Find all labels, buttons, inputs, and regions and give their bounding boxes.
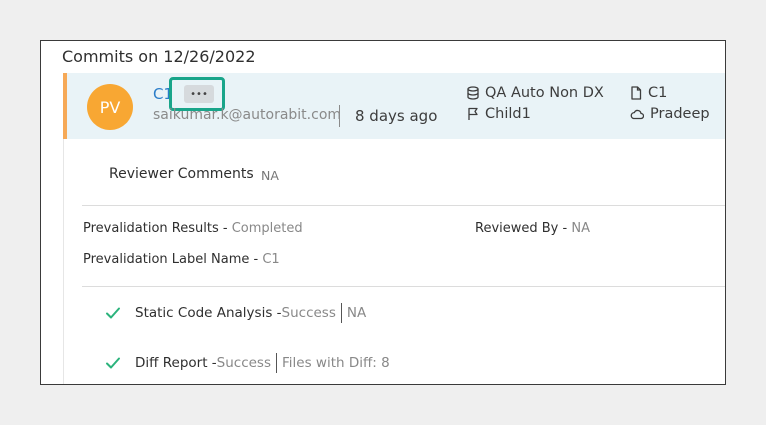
reviewed-by-value: NA <box>571 221 590 236</box>
reviewed-by: Reviewed By - NA <box>475 221 590 236</box>
prevalidation-results-value: Completed <box>231 221 303 236</box>
timeline-line <box>63 139 64 384</box>
check-extra: Files with Diff: 8 <box>282 355 390 371</box>
divider <box>82 286 725 287</box>
commits-date-heading: Commits on 12/26/2022 <box>62 47 256 66</box>
author-email: saikumar.k@autorabit.com <box>153 107 342 123</box>
check-name: Diff Report - <box>135 355 217 371</box>
check-icon <box>106 307 120 319</box>
check-status: Success <box>216 355 271 371</box>
reviewed-by-label: Reviewed By - <box>475 221 572 236</box>
prevalidation-label-name: Prevalidation Label Name - C1 <box>83 252 280 267</box>
commits-panel: Commits on 12/26/2022 PV C1 ••• saikumar… <box>40 40 726 385</box>
file-meta: C1 <box>630 85 667 101</box>
avatar: PV <box>87 84 133 130</box>
flag-icon <box>468 107 478 120</box>
database-icon <box>467 86 479 100</box>
reviewer-comments-label: Reviewer Comments <box>109 166 254 182</box>
divider <box>339 105 340 127</box>
cloud-meta: Pradeep <box>630 106 710 122</box>
prevalidation-results: Prevalidation Results - Completed <box>83 221 303 236</box>
file-name: C1 <box>648 85 668 101</box>
branch-meta: Child1 <box>467 106 531 122</box>
prevalidation-results-label: Prevalidation Results - <box>83 221 232 236</box>
check-row-diff-report[interactable]: Diff Report - Success Files with Diff: 8 <box>105 353 390 373</box>
check-row-static-code-analysis[interactable]: Static Code Analysis - Success NA <box>105 303 366 323</box>
check-name: Static Code Analysis - <box>135 305 282 321</box>
prevalidation-label-name-value: C1 <box>262 252 280 267</box>
environment-meta: QA Auto Non DX <box>467 85 604 101</box>
cloud-user: Pradeep <box>650 106 710 122</box>
prevalidation-label-name-label: Prevalidation Label Name - <box>83 252 263 267</box>
check-icon <box>106 357 120 369</box>
environment-name: QA Auto Non DX <box>485 85 604 101</box>
check-status: Success <box>281 305 336 321</box>
commit-time: 8 days ago <box>355 107 438 125</box>
divider <box>340 303 342 323</box>
divider <box>82 205 725 206</box>
more-options-button[interactable]: ••• <box>184 85 214 103</box>
file-icon <box>631 86 642 100</box>
commit-row[interactable]: PV C1 ••• saikumar.k@autorabit.com 8 day… <box>63 73 725 139</box>
divider <box>276 353 277 373</box>
cloud-icon <box>630 109 644 120</box>
check-extra: NA <box>346 305 367 321</box>
reviewer-comments-value: NA <box>261 168 279 183</box>
branch-name: Child1 <box>485 106 531 122</box>
